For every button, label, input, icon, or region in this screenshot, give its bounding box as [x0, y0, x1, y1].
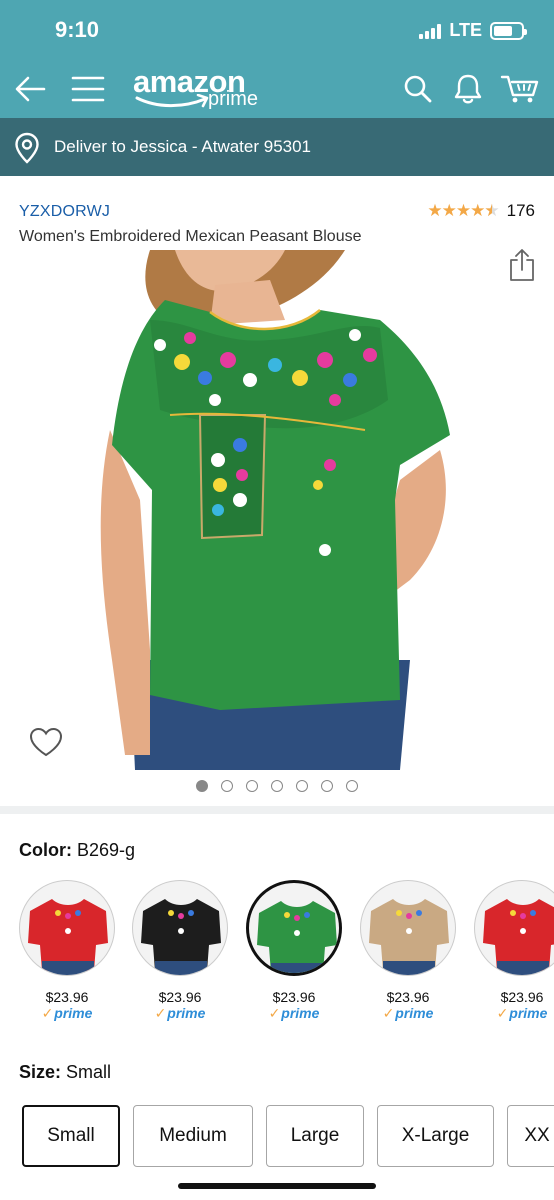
prime-check-icon: ✓ [382, 1005, 395, 1021]
deliver-to-bar[interactable]: Deliver to Jessica - Atwater 95301 [0, 118, 554, 176]
amazon-prime-logo[interactable]: amazon prime [133, 64, 273, 114]
pager-dot[interactable] [321, 780, 333, 792]
prime-badge: ✓prime [154, 1005, 206, 1021]
menu-icon[interactable] [68, 69, 108, 109]
color-swatches: $23.96 ✓prime $23.96 ✓prime $23.96 ✓prime $23.… [0, 880, 554, 1030]
product-title: Women's Embroidered Mexican Peasant Blou… [19, 228, 362, 245]
swatch-price: $23.96 [500, 989, 544, 1005]
swatch-thumbnail [246, 880, 342, 976]
location-pin-icon [15, 132, 39, 164]
size-option-button[interactable]: Medium [133, 1105, 253, 1167]
deliver-to-text: Deliver to Jessica - Atwater 95301 [54, 137, 312, 156]
signal-icon [419, 23, 442, 39]
color-swatch[interactable]: $23.96 ✓prime [358, 880, 458, 1022]
rating-count: 176 [506, 201, 535, 220]
share-icon[interactable] [508, 248, 536, 282]
swatch-thumbnail [360, 880, 456, 976]
network-label: LTE [449, 20, 482, 40]
prime-badge: ✓prime [382, 1005, 434, 1021]
color-swatch[interactable]: $23.96 ✓prime [472, 880, 554, 1022]
search-icon[interactable] [398, 69, 438, 109]
heart-icon[interactable] [28, 726, 64, 758]
size-value: Small [66, 1062, 112, 1082]
size-options: Small Medium Large X-Large XX [22, 1105, 554, 1167]
size-option-button[interactable]: XX [507, 1105, 554, 1167]
star-rating-icon: ★★★★★ ★ [427, 201, 499, 220]
image-pager[interactable] [0, 780, 554, 792]
bell-icon[interactable] [448, 69, 488, 109]
swatch-price: $23.96 [272, 989, 316, 1005]
swatch-price: $23.96 [45, 989, 89, 1005]
swatch-thumbnail [132, 880, 228, 976]
status-bar: 9:10 LTE [0, 0, 554, 60]
pager-dot[interactable] [271, 780, 283, 792]
size-label-key: Size: [19, 1062, 62, 1082]
product-image[interactable] [0, 250, 554, 772]
section-divider [0, 806, 554, 814]
prime-check-icon: ✓ [154, 1005, 167, 1021]
back-arrow-icon[interactable] [10, 69, 50, 109]
prime-check-icon: ✓ [496, 1005, 509, 1021]
color-swatch[interactable]: $23.96 ✓prime [244, 880, 344, 1022]
pager-dot[interactable] [346, 780, 358, 792]
prime-check-icon: ✓ [268, 1005, 281, 1021]
color-swatch[interactable]: $23.96 ✓prime [17, 880, 117, 1022]
logo-prime-text: prime [208, 88, 259, 110]
swatch-thumbnail [474, 880, 554, 976]
brand-link[interactable]: YZXDORWJ [19, 203, 110, 221]
rating[interactable]: ★★★★★ ★ 176 [427, 201, 535, 221]
color-value: B269-g [77, 840, 136, 860]
pager-dot[interactable] [221, 780, 233, 792]
status-time: 9:10 [55, 17, 100, 42]
size-option-button[interactable]: Large [266, 1105, 364, 1167]
nav-bar: amazon prime [0, 60, 554, 118]
swatch-price: $23.96 [386, 989, 430, 1005]
pager-dot[interactable] [296, 780, 308, 792]
prime-badge: ✓prime [41, 1005, 93, 1021]
prime-check-icon: ✓ [41, 1005, 54, 1021]
swatch-price: $23.96 [158, 989, 202, 1005]
battery-icon [490, 21, 527, 40]
prime-badge: ✓prime [496, 1005, 548, 1021]
pager-dot[interactable] [196, 780, 208, 792]
pager-dot[interactable] [246, 780, 258, 792]
prime-badge: ✓prime [268, 1005, 320, 1021]
cart-icon[interactable] [500, 69, 540, 109]
size-label: Size: Small [19, 1062, 111, 1083]
status-indicators: LTE [419, 20, 527, 41]
color-label: Color: B269-g [19, 840, 135, 861]
swatch-thumbnail [19, 880, 115, 976]
size-option-button[interactable]: X-Large [377, 1105, 494, 1167]
color-swatch[interactable]: $23.96 ✓prime [130, 880, 230, 1022]
home-indicator[interactable] [178, 1183, 376, 1189]
smile-icon [135, 94, 209, 108]
color-label-key: Color: [19, 840, 72, 860]
size-option-button[interactable]: Small [22, 1105, 120, 1167]
